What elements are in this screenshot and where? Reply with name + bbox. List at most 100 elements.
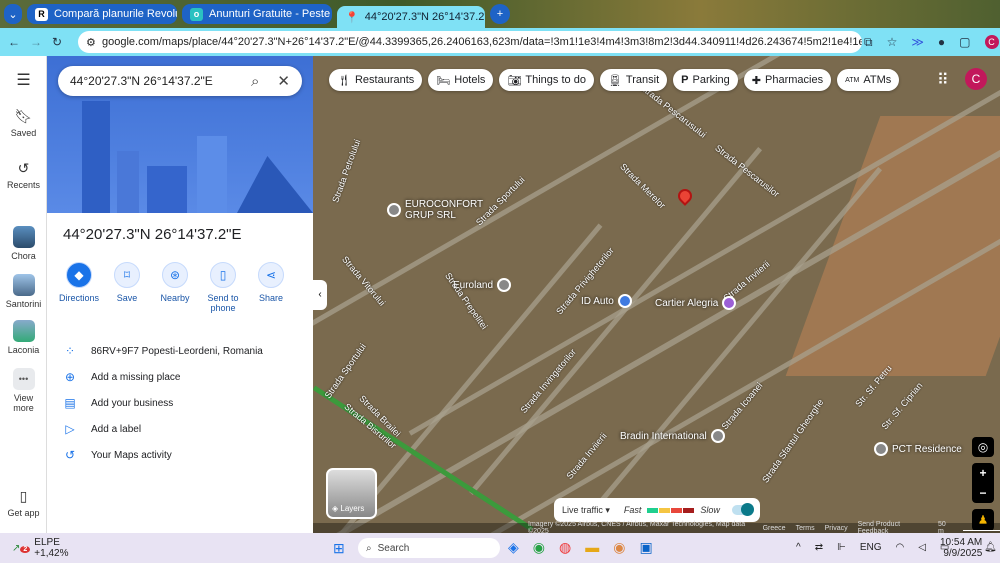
stock-chart-icon: ↗ 2 [12,543,31,554]
recent-chora[interactable]: Chora [0,226,47,261]
phone-icon: ▯ [19,488,28,504]
nearby-button[interactable]: ⊛ Nearby [151,262,199,313]
layers-button[interactable]: ◈ Layers [326,468,377,519]
place-euroconfort[interactable]: EUROCONFORT GRUP SRL [387,199,483,221]
send-to-phone-button[interactable]: ▯ Send to phone [199,262,247,313]
terms-link[interactable]: Terms [796,525,815,532]
zoom-out-button[interactable]: − [979,486,986,500]
get-app-button[interactable]: ▯ Get app [0,488,47,518]
layers-label: Layers [340,504,365,513]
tab-olx[interactable]: oAnunturi Gratuite - Peste 4 mili✕ [182,4,332,24]
tray-overflow-icon[interactable]: ^ [796,542,801,553]
tab-search-button[interactable]: ⌄ [4,4,22,24]
menu-hamburger-icon[interactable]: ☰ [0,70,47,90]
place-id-auto[interactable]: ID Auto [581,294,632,308]
info-list: ⁘ 86RV+9F7 Popesti-Leordeni, Romania ⊕ Add… [63,338,263,468]
profile-avatar[interactable]: C [984,35,999,49]
slow-label: Slow [700,505,720,515]
place-panel: 44°20'27.3"N 26°14'37.2"E ⌕ ✕ 44°20'27.3"N… [47,56,313,533]
network-bars-icon[interactable]: ⊩ [837,542,846,553]
language-indicator[interactable]: ENG [860,542,882,553]
back-icon[interactable]: ← [8,35,20,49]
url-field[interactable]: ⚙ google.com/maps/place/44°20'27.3"N+26°1… [78,31,862,53]
clock[interactable]: 10:54 AM 9/9/2025 [940,537,982,559]
search-input[interactable]: 44°20'27.3"N 26°14'37.2"E ⌕ ✕ [58,66,302,96]
satellite-map[interactable]: 🍴︎ Restaurants 🛏︎ Hotels 📷︎ Things to do 🚆︎… [313,56,1000,533]
copilot-icon[interactable]: ◈ [508,539,519,556]
recents-label: Recents [6,180,41,190]
file-explorer-icon[interactable]: ▬ [585,539,599,556]
scale-bar[interactable]: 50 m [938,521,953,533]
recent-laconia[interactable]: Laconia [0,320,47,355]
share-button[interactable]: ⋖ Share [247,262,295,313]
notification-bell-icon[interactable]: 🔔︎ [984,542,997,553]
start-windows-icon[interactable]: ⊞ [333,540,345,557]
chip-parking[interactable]: P Parking [673,69,738,91]
new-tab-button[interactable]: + [490,4,510,24]
place-euroland[interactable]: Euroland [453,278,512,292]
place-cartier-alegria[interactable]: Cartier Alegria [655,296,737,310]
volume-icon[interactable]: ◁ [918,542,926,553]
tab-revolut[interactable]: RCompară planurile Revolut | Re✕ [27,4,177,24]
plus-code-row[interactable]: ⁘ 86RV+9F7 Popesti-Leordeni, Romania [63,338,263,364]
shop-marker-icon [617,294,632,308]
browser-shield-icon[interactable]: ◉ [613,539,625,556]
street-label: Strada Sportului [322,341,368,401]
feedback-link[interactable]: Send Product Feedback [858,521,928,533]
place-pct-residence[interactable]: PCT Residence [874,442,962,456]
site-info-icon[interactable]: ⚙ [86,36,96,49]
saved-button[interactable]: 🔖︎ Saved [0,108,47,138]
row-label: Add a label [91,423,142,435]
dropped-pin-icon[interactable] [675,186,695,206]
extension-icon[interactable]: ≫ [911,35,924,50]
reload-icon[interactable]: ↻ [52,35,62,49]
chip-hotels[interactable]: 🛏︎ Hotels [428,69,494,91]
add-missing-place-row[interactable]: ⊕ Add a missing place [63,364,263,390]
view-more-button[interactable]: ••• View more [0,368,47,413]
extension-owl-icon[interactable]: ● [938,35,945,50]
scale-line [962,526,1000,531]
tab-label: Compară planurile Revolut | Re [54,8,177,20]
tab-maps[interactable]: 📍44°20'27.3"N 26°14'37.2"E - Go✕ [337,6,485,28]
live-traffic-dropdown[interactable]: Live traffic ▾ [562,505,610,516]
street-label: Strada Petrolului [330,138,363,204]
chip-transit[interactable]: 🚆︎ Transit [599,69,668,91]
settings-sliders-icon[interactable]: ⇄ [815,542,823,553]
bookmark-star-icon[interactable]: ☆ [887,35,898,50]
collapse-panel-button[interactable]: ‹ [313,280,327,310]
close-icon[interactable]: ✕ [277,72,290,90]
taskbar-search[interactable]: ⌕ Search [358,538,500,558]
wifi-icon[interactable]: ◠ [895,542,904,553]
recent-santorini[interactable]: Santorini [0,274,47,309]
place-title: 44°20'27.3"N 26°14'37.2"E [63,226,242,243]
place-bradin-international[interactable]: Bradin International [620,429,725,443]
apps-grid-icon[interactable]: ⠿ [937,70,949,90]
forward-icon[interactable]: → [30,35,42,49]
directions-button[interactable]: ◆ Directions [55,262,103,313]
extensions-puzzle-icon[interactable]: ▢ [959,35,970,50]
chrome-icon[interactable]: ◍ [559,539,571,556]
chip-things-to-do[interactable]: 📷︎ Things to do [499,69,594,91]
add-label-row[interactable]: ▷ Add a label [63,416,263,442]
maps-activity-row[interactable]: ↺ Your Maps activity [63,442,263,468]
install-icon[interactable]: ⧉ [864,35,873,50]
chip-restaurants[interactable]: 🍴︎ Restaurants [329,69,423,91]
account-avatar[interactable]: C [965,68,987,90]
add-business-row[interactable]: ▤ Add your business [63,390,263,416]
recents-button[interactable]: ↺ Recents [0,160,47,190]
zoom-in-button[interactable]: + [979,466,986,480]
chip-pharmacies[interactable]: ✚ Pharmacies [743,69,832,91]
outlook-icon[interactable]: ▣ [639,539,652,556]
privacy-link[interactable]: Privacy [825,525,848,532]
chip-atms[interactable]: ATM ATMs [837,69,900,91]
stock-widget[interactable]: ↗ 2 ELPE +1,42% [12,537,69,559]
traffic-toggle[interactable] [732,503,754,516]
get-app-label: Get app [7,508,40,518]
maps-pin-icon: 📍 [345,11,359,24]
save-button[interactable]: ⌑ Save [103,262,151,313]
search-icon: ⌕ [366,542,372,554]
my-location-icon[interactable]: ◎ [972,437,994,457]
whatsapp-icon[interactable]: ◉ [533,539,545,556]
region-link[interactable]: Greece [763,525,786,532]
search-icon[interactable]: ⌕ [251,73,259,90]
